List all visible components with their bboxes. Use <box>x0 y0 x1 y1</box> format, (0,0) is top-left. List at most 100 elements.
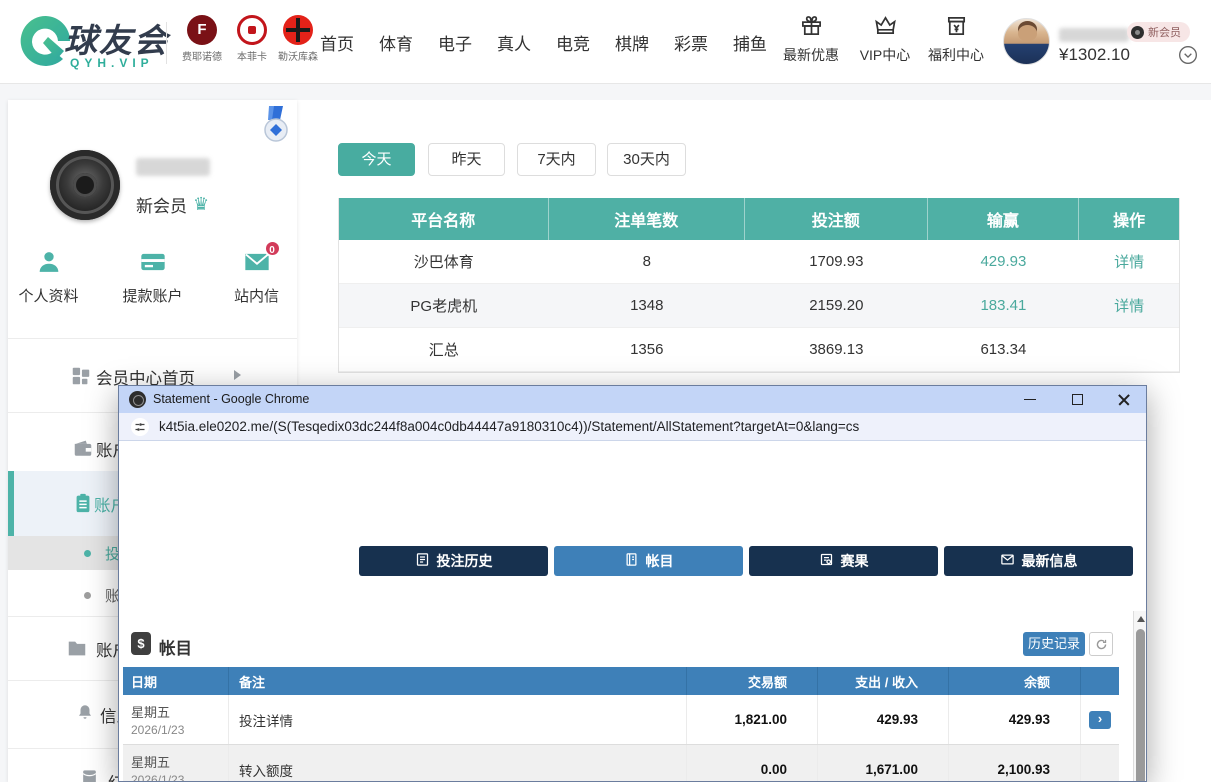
nav-esports[interactable]: 电竞 <box>556 30 590 55</box>
nav-sports[interactable]: 体育 <box>379 30 413 55</box>
detail-link[interactable]: 详情 <box>1114 295 1144 316</box>
nav-fishing[interactable]: 捕鱼 <box>733 30 767 55</box>
folder-icon <box>66 637 88 659</box>
site-settings-icon[interactable] <box>131 418 149 436</box>
tab-results[interactable]: 赛果 <box>749 546 938 576</box>
close-button[interactable] <box>1104 386 1144 413</box>
wallet-icon <box>72 437 94 459</box>
promos-button[interactable]: 最新优惠 <box>776 14 846 65</box>
envelope-icon <box>1000 552 1015 570</box>
row-detail-arrow-button[interactable]: › <box>1089 711 1111 729</box>
filter-30days-button[interactable]: 30天内 <box>607 143 686 176</box>
nav-poker[interactable]: 棋牌 <box>615 30 649 55</box>
statement-header-row: 日期 备注 交易额 支出 / 收入 余额 <box>123 667 1119 695</box>
col-actions <box>1081 667 1119 695</box>
mail-icon <box>243 263 271 280</box>
member-level-badge: 新会员 <box>1127 22 1190 42</box>
popup-scrollbar[interactable] <box>1133 611 1147 781</box>
col-inout: 支出 / 收入 <box>818 667 949 695</box>
red-packet-icon <box>80 768 99 782</box>
page: 球友会 QYH.VIP F 费耶诺德 本菲卡 勒沃库森 首页 体育 电子 真人 … <box>0 0 1211 782</box>
nav-lottery[interactable]: 彩票 <box>674 30 708 55</box>
address-bar[interactable]: k4t5ia.ele0202.me/(S(Tesqedix03dc244f8a0… <box>119 413 1146 441</box>
col-amount: 交易额 <box>687 667 818 695</box>
col-bet-count: 注单笔数 <box>549 198 746 240</box>
table-row: 沙巴体育 8 1709.93 429.93 详情 <box>339 240 1179 284</box>
welfare-center-button[interactable]: 福利中心 <box>921 14 991 65</box>
main-nav: 首页 体育 电子 真人 电竞 棋牌 彩票 捕鱼 <box>320 0 767 84</box>
ledger-book-icon <box>624 552 639 570</box>
benfica-logo-icon <box>237 15 267 45</box>
tab-latest-news[interactable]: 最新信息 <box>944 546 1133 576</box>
username-blurred <box>1059 28 1129 42</box>
sponsor-benfica: 本菲卡 <box>226 15 278 63</box>
clipboard-icon <box>72 492 94 514</box>
window-title-bar[interactable]: Statement - Google Chrome <box>119 386 1146 413</box>
username-blurred <box>136 158 210 176</box>
sponsor-leverkusen: 勒沃库森 <box>272 15 324 63</box>
history-records-button[interactable]: 历史记录 <box>1023 632 1085 656</box>
minimize-button[interactable] <box>1010 386 1050 413</box>
scroll-up-arrow-icon[interactable] <box>1134 611 1147 627</box>
tab-statement[interactable]: 帐目 <box>554 546 743 576</box>
maximize-button[interactable] <box>1057 386 1097 413</box>
vip-center-button[interactable]: VIP中心 <box>850 14 920 65</box>
arrow-right-icon <box>234 370 241 380</box>
top-bar: 球友会 QYH.VIP F 费耶诺德 本菲卡 勒沃库森 首页 体育 电子 真人 … <box>0 0 1211 84</box>
col-winloss: 输赢 <box>928 198 1080 240</box>
crown-icon <box>874 24 897 41</box>
profile-link[interactable]: 个人资料 <box>9 248 89 306</box>
user-icon <box>35 263 63 280</box>
withdraw-account-link[interactable]: 提款账户 <box>113 248 193 306</box>
statement-table: 日期 备注 交易额 支出 / 收入 余额 星期五 2026/1/23 投注详情 … <box>123 667 1119 782</box>
document-list-icon <box>415 552 430 570</box>
welfare-box-icon <box>945 24 968 41</box>
crown-icon: ♛ <box>193 194 209 215</box>
chevron-down-icon[interactable] <box>1178 45 1198 65</box>
table-row: PG老虎机 1348 2159.20 183.41 详情 <box>339 284 1179 328</box>
inbox-link[interactable]: 0 站内信 <box>217 248 297 306</box>
member-level: 新会员 ♛ <box>136 192 209 217</box>
nav-home[interactable]: 首页 <box>320 30 354 55</box>
platform-summary-table: 平台名称 注单笔数 投注额 输赢 操作 沙巴体育 8 1709.93 429.9… <box>338 198 1180 373</box>
level-medal-icon <box>1131 26 1144 39</box>
detail-link[interactable]: 详情 <box>1114 251 1144 272</box>
divider <box>166 22 167 64</box>
nav-live[interactable]: 真人 <box>497 30 531 55</box>
balance-amount: ¥1302.10 <box>1059 45 1130 65</box>
user-avatar[interactable] <box>1003 18 1050 65</box>
url-text[interactable]: k4t5ia.ele0202.me/(S(Tesqedix03dc244f8a0… <box>159 419 859 434</box>
section-title: 帐目 <box>159 635 192 659</box>
col-action: 操作 <box>1079 198 1179 240</box>
minimize-icon <box>1024 399 1036 401</box>
table-header-row: 平台名称 注单笔数 投注额 输赢 操作 <box>339 198 1179 240</box>
statement-popup-window: Statement - Google Chrome k4t5ia.ele0202… <box>118 385 1147 782</box>
filter-7days-button[interactable]: 7天内 <box>517 143 596 176</box>
popup-body: 投注历史 帐目 赛果 最新信息 $ 帐目 历史记录 日期 <box>119 441 1146 781</box>
bullet-icon <box>84 550 91 557</box>
filter-today-button[interactable]: 今天 <box>338 143 415 176</box>
unread-count-badge: 0 <box>264 240 281 257</box>
leverkusen-logo-icon <box>283 15 313 45</box>
col-platform: 平台名称 <box>339 198 549 240</box>
filter-yesterday-button[interactable]: 昨天 <box>428 143 505 176</box>
refresh-button[interactable] <box>1089 632 1113 656</box>
vip-medal-icon <box>260 106 292 146</box>
tab-bet-history[interactable]: 投注历史 <box>359 546 548 576</box>
feyenoord-logo-icon: F <box>187 15 217 45</box>
bell-icon <box>76 703 94 723</box>
site-favicon-icon <box>129 391 146 408</box>
col-balance: 余额 <box>949 667 1081 695</box>
brand-name: 球友会 <box>64 14 169 62</box>
window-title: Statement - Google Chrome <box>153 392 309 406</box>
nav-slots[interactable]: 电子 <box>438 30 472 55</box>
user-emblem-avatar[interactable] <box>50 150 120 220</box>
col-bet-amount: 投注额 <box>745 198 928 240</box>
table-row-total: 汇总 1356 3869.13 613.34 <box>339 328 1179 372</box>
gift-icon <box>800 24 823 41</box>
bullet-icon <box>84 592 91 599</box>
divider <box>8 338 297 339</box>
bank-card-icon <box>139 263 167 280</box>
col-note: 备注 <box>229 667 687 695</box>
scrollbar-thumb[interactable] <box>1136 629 1145 782</box>
